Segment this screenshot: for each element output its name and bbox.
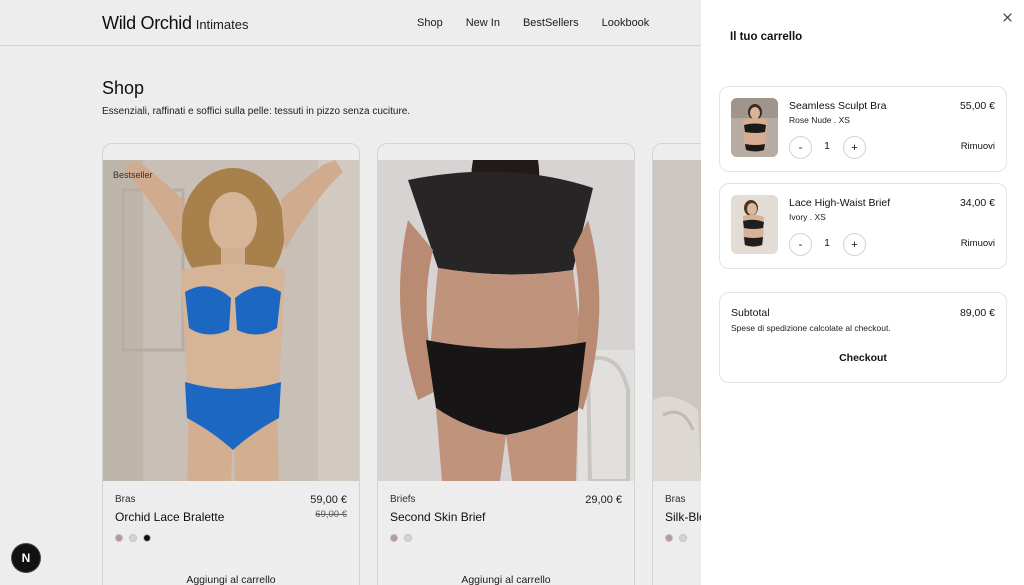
cart-item-thumbnail bbox=[731, 98, 778, 157]
remove-item-button[interactable]: Rimuovi bbox=[961, 141, 995, 152]
cart-item-variant: Ivory . XS bbox=[789, 212, 826, 222]
close-icon bbox=[1002, 12, 1012, 22]
cart-item-quantity: 1 bbox=[824, 238, 830, 249]
cart-item-price: 34,00 € bbox=[959, 197, 995, 209]
increase-quantity-button[interactable]: + bbox=[843, 136, 866, 159]
thumbnail-photo bbox=[731, 98, 778, 157]
cart-item-thumbnail bbox=[731, 195, 778, 254]
increase-quantity-button[interactable]: + bbox=[843, 233, 866, 256]
cart-item: Seamless Sculpt Bra Rose Nude . XS 55,00… bbox=[719, 86, 1007, 172]
checkout-button[interactable]: Checkout bbox=[720, 352, 1006, 364]
bestseller-badge: Bestseller bbox=[113, 170, 153, 180]
dev-tools-badge[interactable]: N bbox=[12, 544, 40, 572]
cart-summary: Subtotal 89,00 € Spese di spedizione cal… bbox=[719, 292, 1007, 383]
subtotal-value: 89,00 € bbox=[959, 307, 995, 319]
subtotal-label: Subtotal bbox=[731, 307, 770, 319]
cart-item-variant: Rose Nude . XS bbox=[789, 115, 850, 125]
cart-item-price: 55,00 € bbox=[959, 100, 995, 112]
cart-item-name: Lace High-Waist Brief bbox=[789, 197, 891, 209]
decrease-quantity-button[interactable]: - bbox=[789, 233, 812, 256]
shipping-note: Spese di spedizione calcolate al checkou… bbox=[731, 323, 891, 333]
cart-title: Il tuo carrello bbox=[730, 31, 803, 43]
cart-item-quantity: 1 bbox=[824, 141, 830, 152]
cart-item-name: Seamless Sculpt Bra bbox=[789, 100, 887, 112]
thumbnail-photo bbox=[731, 195, 778, 254]
close-cart-button[interactable] bbox=[999, 9, 1015, 25]
remove-item-button[interactable]: Rimuovi bbox=[961, 238, 995, 249]
cart-item: Lace High-Waist Brief Ivory . XS 34,00 €… bbox=[719, 183, 1007, 269]
cart-drawer: Il tuo carrello Seamless Sculpt Bra Rose… bbox=[701, 0, 1024, 585]
decrease-quantity-button[interactable]: - bbox=[789, 136, 812, 159]
drawer-backdrop[interactable] bbox=[0, 0, 701, 585]
